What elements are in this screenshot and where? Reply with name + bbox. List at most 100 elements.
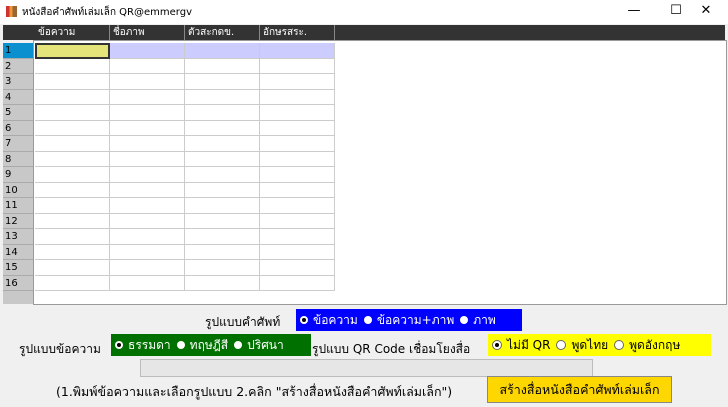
row-header[interactable]: 8 [3, 151, 33, 167]
radio-option[interactable]: ข้อความ [300, 311, 358, 330]
radio-icon[interactable] [556, 340, 567, 350]
row-header[interactable]: 11 [3, 198, 33, 214]
grid-cell[interactable] [260, 136, 335, 152]
row-header[interactable]: 14 [3, 244, 33, 260]
grid-cell[interactable] [110, 43, 185, 59]
column-header[interactable]: ตัวสะกดข. [185, 25, 260, 40]
radio-option[interactable]: ปริศนา [234, 336, 284, 355]
grid-cell[interactable] [185, 151, 260, 167]
grid-cell[interactable] [185, 275, 260, 291]
grid-cell[interactable] [260, 74, 335, 90]
row-header[interactable]: 6 [3, 120, 33, 136]
grid-cell[interactable] [35, 105, 110, 121]
row-header[interactable]: 5 [3, 105, 33, 121]
radio-icon[interactable] [460, 316, 469, 324]
grid-cell[interactable] [35, 43, 110, 59]
grid-cell[interactable] [185, 167, 260, 183]
radio-option[interactable]: พูดอังกฤษ [614, 336, 680, 355]
grid-cell[interactable] [110, 275, 185, 291]
grid-cell[interactable] [110, 74, 185, 90]
row-header[interactable]: 9 [3, 167, 33, 183]
radio-icon[interactable] [176, 341, 185, 349]
grid-cell[interactable] [35, 151, 110, 167]
grid-cell[interactable] [35, 229, 110, 245]
grid-cell[interactable] [110, 260, 185, 276]
row-header[interactable]: 12 [3, 213, 33, 229]
grid-cell[interactable] [185, 136, 260, 152]
radio-icon[interactable] [300, 316, 308, 324]
row-header[interactable]: 4 [3, 89, 33, 105]
radio-option[interactable]: พูดไทย [556, 336, 608, 355]
grid-cell[interactable] [110, 167, 185, 183]
radio-option[interactable]: ทฤษฎีสี [176, 336, 228, 355]
grid-cell[interactable] [35, 167, 110, 183]
grid-cell[interactable] [110, 213, 185, 229]
radio-icon[interactable] [234, 341, 243, 349]
grid-cell[interactable] [110, 58, 185, 74]
create-book-button[interactable]: สร้างสื่อหนังสือคำศัพท์เล่มเล็ก [487, 376, 672, 403]
grid-cell[interactable] [185, 244, 260, 260]
radio-option[interactable]: ไม่มี QR [492, 336, 550, 355]
grid-cell[interactable] [35, 74, 110, 90]
radio-icon[interactable] [115, 341, 123, 349]
grid-cell[interactable] [260, 275, 335, 291]
row-header[interactable]: 1 [3, 43, 33, 59]
radio-icon[interactable] [614, 340, 625, 350]
grid-cell[interactable] [260, 43, 335, 59]
grid-cell[interactable] [35, 58, 110, 74]
grid-cell[interactable] [260, 105, 335, 121]
close-button[interactable]: ✕ [686, 0, 726, 24]
grid-cell[interactable] [110, 244, 185, 260]
grid-cell[interactable] [110, 120, 185, 136]
row-header[interactable]: 10 [3, 182, 33, 198]
grid-cell[interactable] [35, 136, 110, 152]
radio-option[interactable]: ธรรมดา [115, 336, 171, 355]
grid-cell[interactable] [110, 229, 185, 245]
grid-cell[interactable] [35, 198, 110, 214]
grid-cell[interactable] [260, 244, 335, 260]
grid-cell[interactable] [110, 182, 185, 198]
grid-cell[interactable] [260, 260, 335, 276]
row-header[interactable]: 15 [3, 260, 33, 276]
radio-option[interactable]: ข้อความ+ภาพ [363, 311, 454, 330]
grid-cell[interactable] [110, 198, 185, 214]
grid-cell[interactable] [185, 89, 260, 105]
grid-cell[interactable] [185, 74, 260, 90]
grid-cell[interactable] [260, 89, 335, 105]
grid-cell[interactable] [185, 198, 260, 214]
grid-cell[interactable] [35, 275, 110, 291]
grid-cell[interactable] [185, 229, 260, 245]
grid-cell[interactable] [185, 43, 260, 59]
radio-icon[interactable] [363, 316, 372, 324]
row-header[interactable]: 13 [3, 229, 33, 245]
grid-cell[interactable] [260, 213, 335, 229]
row-header[interactable]: 2 [3, 58, 33, 74]
grid-cell[interactable] [260, 182, 335, 198]
grid-cell[interactable] [185, 105, 260, 121]
grid-cell[interactable] [260, 151, 335, 167]
grid-cell[interactable] [35, 89, 110, 105]
grid-cell[interactable] [110, 89, 185, 105]
grid-cell[interactable] [110, 105, 185, 121]
radio-icon[interactable] [492, 340, 502, 350]
column-header[interactable]: อักษรสระ. [260, 25, 335, 40]
grid-cell[interactable] [110, 136, 185, 152]
grid-cell[interactable] [185, 58, 260, 74]
row-header[interactable]: 7 [3, 136, 33, 152]
grid-cell[interactable] [35, 244, 110, 260]
grid-cell[interactable] [35, 260, 110, 276]
row-header[interactable]: 3 [3, 74, 33, 90]
grid-cell[interactable] [110, 151, 185, 167]
grid-cell[interactable] [185, 260, 260, 276]
row-header[interactable]: 16 [3, 275, 33, 291]
grid-cell[interactable] [35, 120, 110, 136]
grid-cell[interactable] [185, 120, 260, 136]
grid-cell[interactable] [260, 229, 335, 245]
column-header[interactable]: ข้อความ [35, 25, 110, 40]
radio-option[interactable]: ภาพ [460, 311, 496, 330]
grid-cell[interactable] [185, 182, 260, 198]
grid-cell[interactable] [260, 167, 335, 183]
minimize-button[interactable]: — [614, 0, 654, 24]
grid-cell[interactable] [260, 198, 335, 214]
grid-cell[interactable] [35, 213, 110, 229]
